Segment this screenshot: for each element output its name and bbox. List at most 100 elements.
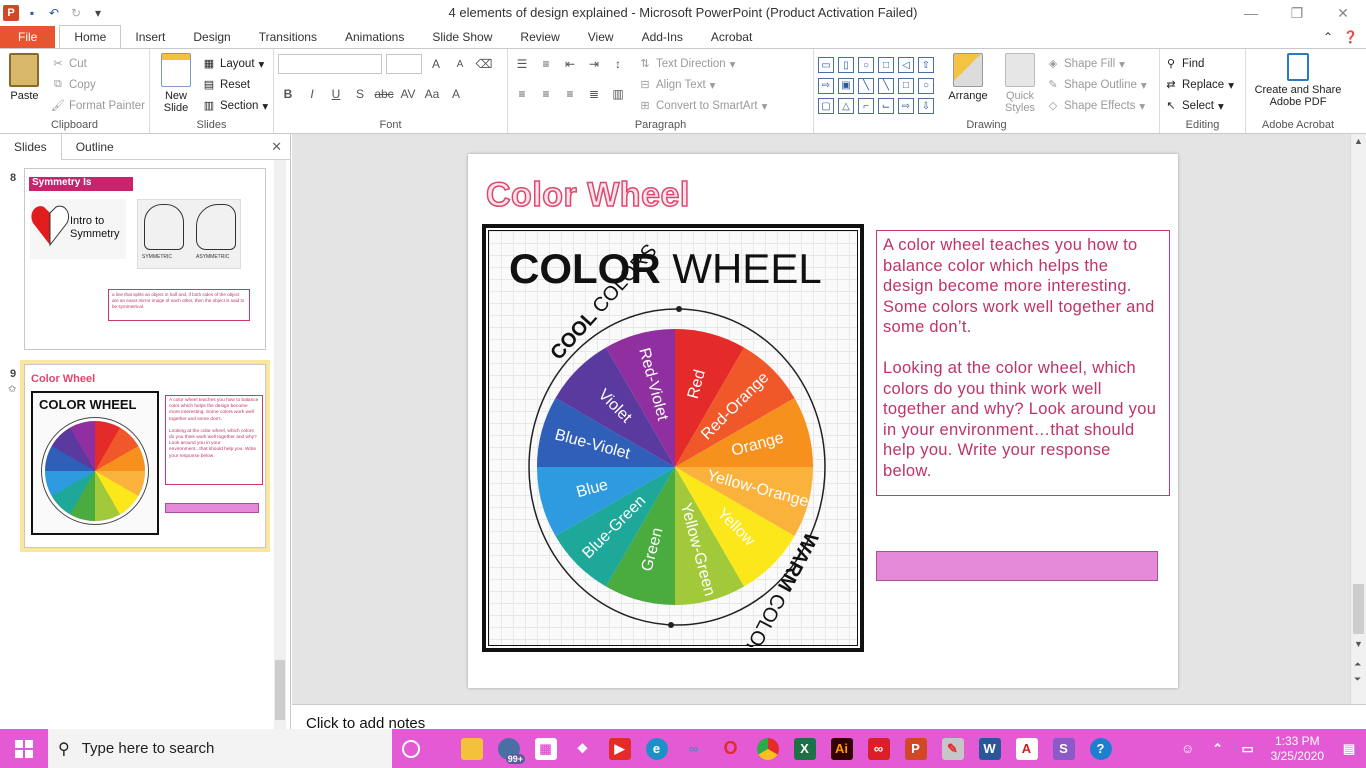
tab-transitions[interactable]: Transitions bbox=[245, 26, 331, 48]
description-textbox[interactable]: A color wheel teaches you how to balance… bbox=[876, 230, 1170, 496]
eraser-app-icon[interactable]: ✎ bbox=[934, 729, 971, 768]
grow-font-icon[interactable]: A bbox=[426, 54, 446, 74]
align-left-icon[interactable]: ≡ bbox=[512, 84, 532, 104]
font-color-icon[interactable]: A bbox=[446, 84, 466, 104]
picture-shape-icon[interactable]: ▣ bbox=[838, 77, 854, 94]
align-right-icon[interactable]: ≡ bbox=[560, 84, 580, 104]
cortana-icon[interactable] bbox=[392, 729, 429, 768]
arrange-button[interactable]: Arrange bbox=[942, 53, 994, 116]
paste-button[interactable]: Paste bbox=[4, 53, 45, 116]
strikethrough-icon[interactable]: abc bbox=[374, 84, 394, 104]
undo-icon[interactable]: ↶ bbox=[45, 4, 63, 22]
tab-acrobat[interactable]: Acrobat bbox=[697, 26, 766, 48]
line-shape-icon[interactable]: ╲ bbox=[858, 77, 874, 94]
tab-file[interactable]: File bbox=[0, 26, 56, 48]
italic-icon[interactable]: I bbox=[302, 84, 322, 104]
bold-icon[interactable]: B bbox=[278, 84, 298, 104]
slide-title[interactable]: Color Wheel bbox=[485, 175, 690, 215]
connector-shape-icon[interactable]: ⌐ bbox=[858, 98, 874, 115]
response-box[interactable] bbox=[876, 551, 1158, 581]
copy-button[interactable]: ⧉ Copy bbox=[51, 74, 145, 95]
tab-slide-show[interactable]: Slide Show bbox=[418, 26, 506, 48]
chrome-icon[interactable] bbox=[749, 729, 786, 768]
tab-add-ins[interactable]: Add-Ins bbox=[628, 26, 697, 48]
shape-outline-button[interactable]: ✎ Shape Outline ▾ bbox=[1046, 74, 1146, 95]
line-spacing-icon[interactable]: ↕ bbox=[608, 54, 628, 74]
task-view-icon[interactable] bbox=[429, 729, 453, 768]
save-icon[interactable]: ▪ bbox=[23, 4, 41, 22]
triangle-shape-icon[interactable]: ◁ bbox=[898, 57, 914, 73]
rounded-rect-shape-icon[interactable]: ▢ bbox=[818, 98, 834, 115]
canvas-scrollbar[interactable]: ▲ ▼ ⏶ ⏷ bbox=[1350, 134, 1366, 704]
youtube-icon[interactable]: ▶ bbox=[601, 729, 638, 768]
find-button[interactable]: ⚲ Find bbox=[1164, 53, 1241, 74]
arrow-up-shape-icon[interactable]: ⇧ bbox=[918, 57, 934, 73]
help-icon[interactable]: ❓ bbox=[1343, 30, 1358, 44]
tab-insert[interactable]: Insert bbox=[121, 26, 179, 48]
scroll-up-icon[interactable]: ▲ bbox=[1354, 136, 1363, 146]
format-painter-button[interactable]: 🖌 Format Painter bbox=[51, 95, 145, 116]
tab-view[interactable]: View bbox=[574, 26, 628, 48]
canvas-scroll-thumb[interactable] bbox=[1353, 584, 1364, 634]
layout-button[interactable]: ▦ Layout ▾ bbox=[202, 53, 268, 74]
replace-button[interactable]: ⇄ Replace ▾ bbox=[1164, 74, 1241, 95]
char-spacing-icon[interactable]: AV bbox=[398, 84, 418, 104]
store-app-icon[interactable]: 99+ bbox=[490, 729, 527, 768]
illustrator-icon[interactable]: Ai bbox=[823, 729, 860, 768]
customize-qat-icon[interactable]: ▾ bbox=[89, 4, 107, 22]
dropbox-icon[interactable]: ❖ bbox=[564, 729, 601, 768]
oval-shape-icon[interactable]: ○ bbox=[858, 57, 874, 73]
redo-icon[interactable]: ↻ bbox=[67, 4, 85, 22]
square-shape-icon[interactable]: □ bbox=[898, 77, 914, 94]
circle-shape-icon[interactable]: ○ bbox=[918, 77, 934, 94]
tab-slides[interactable]: Slides bbox=[0, 133, 62, 160]
close-button[interactable]: ✕ bbox=[1320, 0, 1366, 26]
network-icon[interactable]: ▭ bbox=[1233, 729, 1263, 768]
textbox-shape-icon[interactable]: ▭ bbox=[818, 57, 834, 73]
file-explorer-icon[interactable] bbox=[453, 729, 490, 768]
acrobat-icon[interactable]: A bbox=[1008, 729, 1045, 768]
tri2-shape-icon[interactable]: △ bbox=[838, 98, 854, 115]
clear-formatting-icon[interactable]: ⌫ bbox=[474, 54, 494, 74]
new-slide-button[interactable]: New Slide bbox=[154, 53, 198, 116]
vertical-textbox-shape-icon[interactable]: ▯ bbox=[838, 57, 854, 73]
create-share-pdf-button[interactable]: Create and Share Adobe PDF bbox=[1250, 53, 1346, 108]
increase-indent-icon[interactable]: ⇥ bbox=[584, 54, 604, 74]
shapes-gallery[interactable]: ▭ ▯ ○ □ ◁ ⇧ ⇨ ▣ ╲ ╲ □ ○ ▢ △ ⌐ ⌙ ⇨ ⇩ bbox=[818, 57, 936, 116]
cut-button[interactable]: ✂ Cut bbox=[51, 53, 145, 74]
quick-styles-button[interactable]: Quick Styles bbox=[1000, 53, 1040, 116]
shape-effects-button[interactable]: ◇ Shape Effects ▾ bbox=[1046, 95, 1147, 116]
restore-button[interactable]: ❐ bbox=[1274, 0, 1320, 26]
arrow2-shape-icon[interactable]: ⇨ bbox=[898, 98, 914, 115]
pane-scrollbar[interactable] bbox=[274, 160, 286, 729]
justify-icon[interactable]: ≣ bbox=[584, 84, 604, 104]
font-size-combo[interactable] bbox=[386, 54, 422, 74]
action-center-icon[interactable]: ▤ bbox=[1332, 729, 1366, 768]
line2-shape-icon[interactable]: ╲ bbox=[878, 77, 894, 94]
underline-icon[interactable]: U bbox=[326, 84, 346, 104]
shape-fill-button[interactable]: ◈ Shape Fill ▾ bbox=[1046, 53, 1147, 74]
tab-design[interactable]: Design bbox=[179, 26, 244, 48]
convert-smartart-button[interactable]: ⊞ Convert to SmartArt ▾ bbox=[638, 95, 767, 116]
font-name-combo[interactable] bbox=[278, 54, 382, 74]
close-pane-icon[interactable]: ✕ bbox=[271, 139, 282, 155]
tab-outline[interactable]: Outline bbox=[62, 134, 128, 160]
help-app-icon[interactable]: ? bbox=[1082, 729, 1119, 768]
align-text-button[interactable]: ⊟ Align Text ▾ bbox=[638, 74, 767, 95]
section-button[interactable]: ▥ Section ▾ bbox=[202, 95, 268, 116]
slide-thumbnail-8[interactable]: Symmetry Is Intro to Symmetry SYMMETRIC … bbox=[24, 168, 266, 350]
excel-icon[interactable]: X bbox=[786, 729, 823, 768]
shadow-icon[interactable]: S bbox=[350, 84, 370, 104]
pane-scroll-thumb[interactable] bbox=[275, 660, 285, 720]
powerpoint-logo-icon[interactable]: P bbox=[3, 5, 19, 21]
scroll-down-icon[interactable]: ▼ bbox=[1354, 639, 1363, 649]
reset-button[interactable]: ▤ Reset bbox=[202, 74, 268, 95]
slide-thumbnail-9[interactable]: Color Wheel COLOR WHEEL A color wheel te… bbox=[24, 364, 266, 548]
text-direction-button[interactable]: ⇅ Text Direction ▾ bbox=[638, 53, 767, 74]
taskbar-search[interactable]: ⚲ Type here to search bbox=[48, 729, 392, 768]
arrow-down-shape-icon[interactable]: ⇩ bbox=[918, 98, 934, 115]
word-icon[interactable]: W bbox=[971, 729, 1008, 768]
start-button[interactable] bbox=[0, 729, 48, 768]
minimize-ribbon-icon[interactable]: ⌃ bbox=[1323, 30, 1333, 44]
microsoft-store-icon[interactable]: ▦ bbox=[527, 729, 564, 768]
